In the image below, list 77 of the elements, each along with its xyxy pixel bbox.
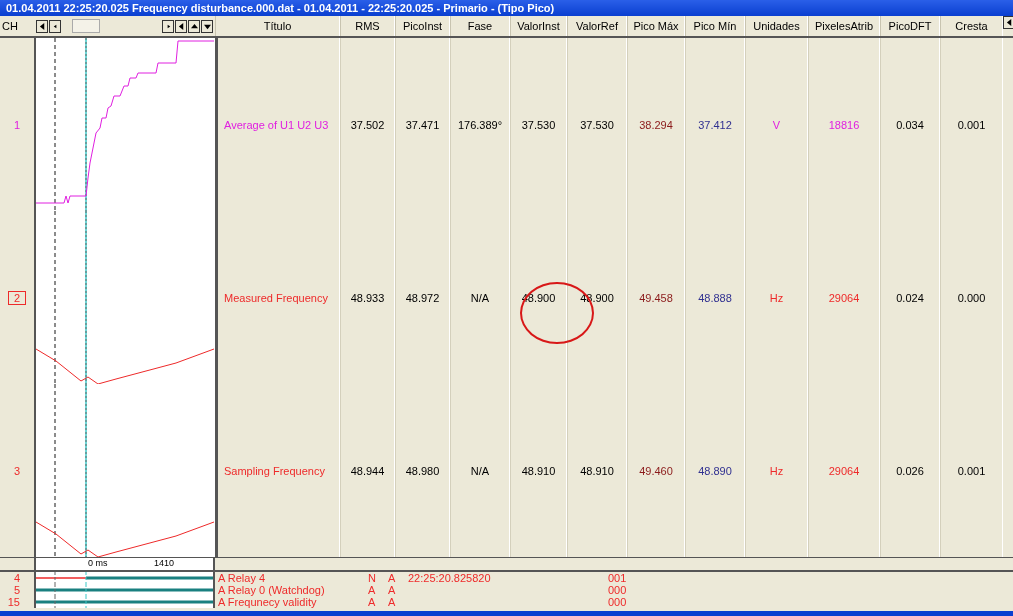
phase-value: N/A (470, 464, 490, 477)
event-time: 22:25:20.825820 (407, 572, 492, 584)
max-peak-value: 49.460 (639, 464, 673, 477)
column-header[interactable]: Unidades (745, 16, 808, 36)
channel-header: CH (1, 20, 19, 32)
axis-label: 0 ms (88, 558, 108, 568)
flag-label: A (387, 572, 397, 584)
crest-value: 0.001 (957, 464, 986, 477)
column-header[interactable]: Pico Máx (627, 16, 685, 36)
column-header[interactable]: PicoInst (395, 16, 450, 36)
dft-peak-value: 0.034 (896, 118, 924, 131)
column-header[interactable]: Pico Mín (685, 16, 745, 36)
peak-value: 48.972 (405, 291, 440, 304)
window-title: 01.04.2011 22:25:20.025 Frequency disturbance.000.dat - 01.04.2011 - 22:25:20.025 - Primario - (Tipo Pico) (0, 0, 1013, 16)
digital-channel-label: A Relay 0 (Watchdog) (217, 584, 326, 596)
unit-label: Hz (769, 291, 784, 304)
column-header[interactable]: Título (215, 16, 340, 36)
scroll-step-button[interactable] (49, 19, 61, 33)
column-header[interactable]: PixelesAtrib (808, 16, 880, 36)
max-peak-value: 38.294 (639, 118, 673, 131)
crest-value: 0.001 (957, 118, 986, 131)
digital-channel-label: A Relay 4 (217, 572, 267, 584)
column-header[interactable]: ValorRef (567, 16, 627, 36)
digital-value: 000 (607, 584, 628, 596)
peak-value: 37.471 (405, 118, 440, 131)
pixel-count: 29064 (828, 464, 860, 477)
channel-number[interactable]: 15 (0, 596, 34, 608)
scroll-left-button[interactable] (36, 19, 48, 33)
scroll-right-button[interactable] (162, 19, 174, 33)
column-header[interactable]: PicoDFT (880, 16, 940, 36)
column-header[interactable]: Fase (450, 16, 510, 36)
rms-value: 37.502 (350, 118, 385, 131)
rms-value: 48.944 (350, 464, 385, 477)
column-header[interactable]: RMS (340, 16, 395, 36)
channel-title: Sampling Frequency (224, 464, 325, 477)
up-arrow-icon (190, 22, 198, 30)
left-arrow-icon (1005, 19, 1013, 26)
min-peak-value: 37.412 (698, 118, 732, 131)
flag-label: A (387, 584, 397, 596)
crest-value: 0.000 (957, 291, 986, 304)
left-arrow-icon (177, 22, 185, 30)
flag-label: N (367, 572, 377, 584)
digital-value: 000 (607, 596, 628, 608)
rms-value: 48.933 (350, 291, 385, 304)
down-button[interactable] (201, 19, 213, 33)
instant-value: 37.530 (521, 118, 556, 131)
unit-label: Hz (769, 464, 784, 477)
min-peak-value: 48.890 (698, 464, 732, 477)
peak-value: 48.980 (405, 464, 440, 477)
phase-value: N/A (470, 291, 490, 304)
reference-value: 37.530 (580, 118, 614, 131)
dft-peak-value: 0.026 (896, 464, 924, 477)
digital-channel-label: A Frequnecy validity (217, 596, 318, 608)
channel-number[interactable]: 5 (0, 584, 34, 596)
unit-label: V (772, 118, 781, 131)
axis-label: 1410 (154, 558, 175, 568)
min-peak-value: 48.888 (698, 291, 732, 304)
previous-button[interactable] (175, 19, 187, 33)
flag-label: A (367, 596, 377, 608)
instant-value: 48.910 (521, 464, 556, 477)
pixel-count: 18816 (828, 118, 860, 131)
channel-title: Measured Frequency (224, 291, 328, 304)
flag-label: A (367, 584, 377, 596)
pixel-count: 29064 (828, 291, 860, 304)
down-arrow-icon (203, 22, 211, 30)
max-peak-value: 49.458 (639, 291, 673, 304)
scroll-right-button[interactable] (1003, 16, 1013, 29)
channel-number[interactable]: 2 (7, 290, 27, 305)
up-button[interactable] (188, 19, 200, 33)
channel-title: Average of U1 U2 U3 (224, 118, 329, 131)
column-header[interactable]: ValorInst (510, 16, 567, 36)
digital-value: 001 (607, 572, 628, 584)
phase-value: 176.389° (457, 118, 503, 131)
reference-value: 48.910 (580, 464, 614, 477)
dft-peak-value: 0.024 (896, 291, 924, 304)
scroll-thumb[interactable] (72, 19, 100, 33)
flag-label: A (387, 596, 397, 608)
